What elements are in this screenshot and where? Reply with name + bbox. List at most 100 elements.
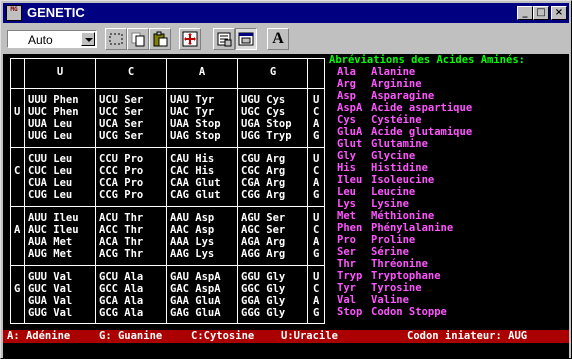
legend-amino-acid-name: Thréonine [371,258,428,270]
codon-cell: ACG Thr [99,248,144,260]
codon-cell: UCG Ser [99,130,144,142]
paste-button[interactable] [149,28,171,50]
window-title: GENETIC [27,5,85,20]
title-bar[interactable]: MG GENETIC _ □ × [3,3,569,23]
codon-cell: CGG Arg [241,189,286,201]
third-base-label: U [313,212,320,224]
codon-cell: GGC Gly [241,283,286,295]
codon-cell: UCA Ser [99,118,144,130]
marquee-icon [109,33,123,45]
codon-cell: CGC Arg [241,165,286,177]
codon-cell: CUG Leu [28,189,73,201]
codon-cell: CGA Arg [241,177,286,189]
codon-cell: AUC Ileu [28,224,79,236]
legend-abbreviation: Cys [337,114,356,126]
legend-item: Arg Arginine [337,78,422,90]
grid-line [95,59,96,323]
legend-abbreviation: Phen [337,222,363,234]
select-all-button[interactable] [105,28,127,50]
status-bar: A: Adénine G: Guanine C:Cytosine U:Uraci… [3,330,569,343]
third-base-label: A [313,177,320,189]
third-base-label: C [313,224,320,236]
window-icon [238,32,254,46]
row-label-first-base: A [14,224,21,236]
legend-amino-acid-name: Glutamine [371,138,428,150]
legend-abbreviation: Tryp [337,270,363,282]
codon-cell: UAC Tyr [170,106,215,118]
codon-cell: CCG Pro [99,189,144,201]
codon-cell: AAC Asp [170,224,215,236]
legend-item: Glut Glutamine [337,138,428,150]
codon-cell: UUG Leu [28,130,73,142]
legend-item: Phen Phénylalanine [337,222,453,234]
legend-abbreviation: AspA [337,102,363,114]
codon-cell: UUC Phen [28,106,79,118]
background-toggle-button[interactable] [235,28,257,50]
third-base-label: A [313,295,320,307]
codon-cell: CCA Pro [99,177,144,189]
codon-cell: GCA Ala [99,295,144,307]
legend-amino-acid-name: Sérine [371,246,409,258]
third-base-label: G [313,307,320,319]
codon-cell: UGG Tryp [241,130,292,142]
codon-cell: GAC AspA [170,283,221,295]
codon-cell: GCC Ala [99,283,144,295]
maximize-button[interactable]: □ [533,6,549,20]
legend-abbreviation: GluA [337,126,363,138]
font-icon: A [272,30,284,47]
codon-cell: CUU Leu [28,153,73,165]
fullscreen-button[interactable] [179,28,201,50]
codon-cell: UUU Phen [28,94,79,106]
codon-cell: CUC Leu [28,165,73,177]
copy-button[interactable] [127,28,149,50]
legend-abbreviation: Met [337,210,356,222]
grid-line [11,265,324,266]
codon-cell: GCG Ala [99,307,144,319]
grid-line [24,59,25,323]
mode-select[interactable]: Auto [7,30,97,48]
codon-cell: GCU Ala [99,271,144,283]
legend-item: Ileu Isoleucine [337,174,434,186]
app-window: MG GENETIC _ □ × Auto A U C A G U U C A … [0,0,572,359]
codon-cell: GUU Val [28,271,73,283]
codon-cell: UGA Stop [241,118,292,130]
close-button[interactable]: × [551,6,567,20]
legend-amino-acid-name: Asparagine [371,90,435,102]
third-base-label: U [313,94,320,106]
codon-cell: UCC Ser [99,106,144,118]
third-base-label: C [313,106,320,118]
app-icon[interactable]: MG [6,5,22,21]
codon-cell: GGG Gly [241,307,286,319]
minimize-button[interactable]: _ [517,6,533,20]
chevron-down-icon[interactable] [81,32,95,46]
legend-amino-acid-name: Cystéine [371,114,422,126]
codon-cell: AUU Ileu [28,212,79,224]
legend-item: Leu Leucine [337,186,415,198]
legend-item: Thr Thréonine [337,258,428,270]
codon-cell: CGU Arg [241,153,286,165]
codon-cell: AAU Asp [170,212,215,224]
font-button[interactable]: A [267,28,289,50]
legend-amino-acid-name: Tyrosine [371,282,422,294]
codon-cell: AUA Met [28,236,73,248]
legend-item: Ser Sérine [337,246,409,258]
legend-abbreviation: Asp [337,90,356,102]
codon-cell: GAU AspA [170,271,221,283]
column-header: C [127,66,135,78]
third-base-label: G [313,130,320,142]
codon-cell: GUA Val [28,295,73,307]
legend-item: Cys Cystéine [337,114,422,126]
status-cytosine: C:Cytosine [191,330,255,342]
properties-button[interactable] [213,28,235,50]
codon-cell: CCU Pro [99,153,144,165]
legend-abbreviation: Ala [337,66,356,78]
codon-cell: ACU Thr [99,212,144,224]
legend-item: Asp Asparagine [337,90,434,102]
legend-amino-acid-name: Tryptophane [371,270,441,282]
codon-cell: AAG Lys [170,248,215,260]
third-base-label: U [313,271,320,283]
grid-line [166,59,167,323]
codon-cell: CAC His [170,165,215,177]
third-base-label: C [313,283,320,295]
row-label-first-base: C [14,165,21,177]
